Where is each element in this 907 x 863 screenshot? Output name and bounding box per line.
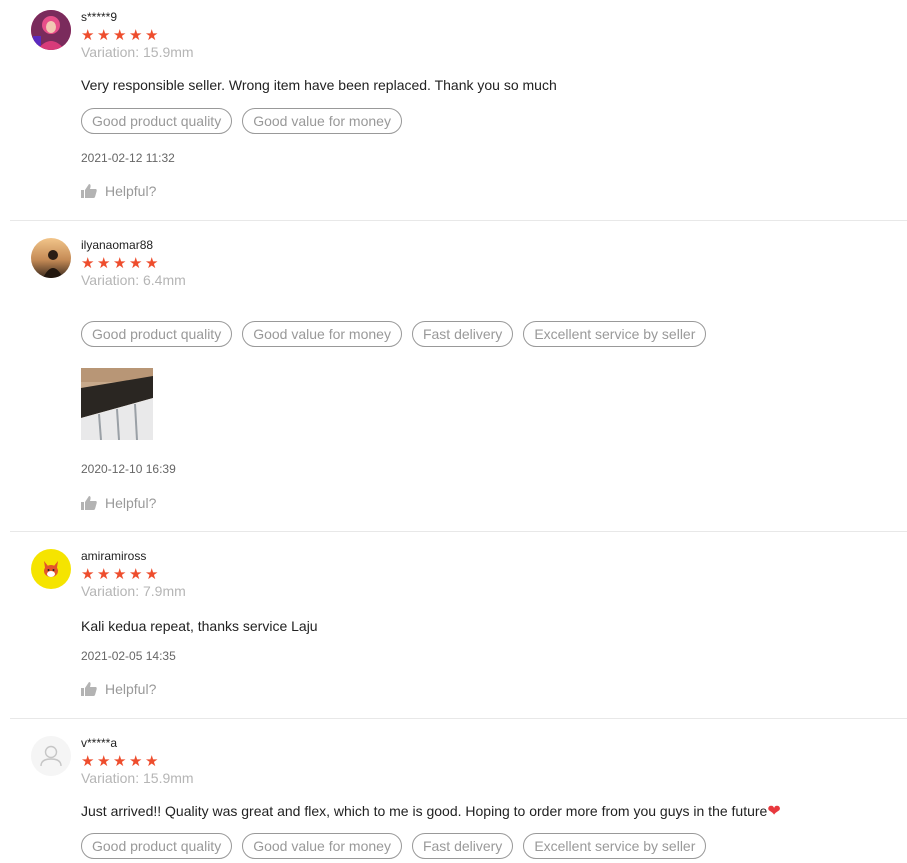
username[interactable]: s*****9 [81, 10, 907, 24]
star-icon: ★ [129, 255, 143, 272]
star-icon: ★ [113, 27, 127, 44]
username[interactable]: v*****a [81, 736, 907, 750]
username[interactable]: ilyanaomar88 [81, 238, 907, 252]
star-icon: ★ [97, 255, 111, 272]
review-tags: Good product quality Good value for mone… [81, 321, 707, 347]
default-user-icon [31, 736, 71, 776]
thumbs-up-icon [81, 184, 97, 198]
variation-label: Variation: 15.9mm [81, 44, 194, 60]
review-item: amiramiross ★ ★ ★ ★ ★ Variation: 7.9mm K… [10, 532, 907, 719]
review-tags: Good product quality Good value for mone… [81, 108, 402, 134]
review-comment: Just arrived!! Quality was great and fle… [81, 801, 781, 822]
thumbs-up-icon [81, 496, 97, 510]
star-icon: ★ [81, 255, 95, 272]
star-icon: ★ [145, 255, 159, 272]
username[interactable]: amiramiross [81, 549, 907, 563]
review-tag: Good product quality [81, 108, 233, 134]
review-tag: Fast delivery [411, 833, 514, 859]
variation-label: Variation: 15.9mm [81, 770, 194, 786]
review-tag: Good product quality [81, 321, 233, 347]
star-icon: ★ [145, 753, 159, 770]
review-comment: Very responsible seller. Wrong item have… [81, 77, 557, 93]
review-date: 2020-12-10 16:39 [81, 462, 176, 476]
star-icon: ★ [97, 27, 111, 44]
review-tag: Good value for money [242, 108, 402, 134]
variation-label: Variation: 6.4mm [81, 272, 186, 288]
heart-icon: ❤ [767, 803, 781, 820]
star-icon: ★ [97, 753, 111, 770]
review-item: ilyanaomar88 ★ ★ ★ ★ ★ Variation: 6.4mm … [10, 221, 907, 532]
star-icon: ★ [113, 566, 127, 583]
star-icon: ★ [145, 566, 159, 583]
star-icon: ★ [97, 566, 111, 583]
star-rating: ★ ★ ★ ★ ★ [81, 753, 907, 770]
avatar-image [31, 10, 71, 50]
star-rating: ★ ★ ★ ★ ★ [81, 566, 907, 583]
review-comment: Kali kedua repeat, thanks service Laju [81, 618, 318, 634]
review-tags: Good product quality Good value for mone… [81, 833, 707, 859]
review-tag: Good value for money [242, 321, 402, 347]
review-tag: Fast delivery [411, 321, 514, 347]
star-icon: ★ [113, 255, 127, 272]
avatar[interactable] [31, 736, 71, 776]
helpful-label: Helpful? [105, 183, 157, 199]
avatar-image [31, 238, 71, 278]
review-date: 2021-02-05 14:35 [81, 649, 176, 663]
star-icon: ★ [129, 753, 143, 770]
star-icon: ★ [129, 27, 143, 44]
avatar-image [31, 549, 71, 589]
review-item: v*****a ★ ★ ★ ★ ★ Variation: 15.9mm Just… [10, 719, 907, 863]
avatar[interactable] [31, 549, 71, 589]
review-tag: Excellent service by seller [523, 321, 707, 347]
helpful-button[interactable]: Helpful? [81, 183, 156, 199]
avatar[interactable] [31, 238, 71, 278]
star-icon: ★ [129, 566, 143, 583]
review-photo[interactable] [81, 368, 153, 440]
variation-label: Variation: 7.9mm [81, 583, 186, 599]
star-icon: ★ [81, 753, 95, 770]
star-icon: ★ [113, 753, 127, 770]
thumbs-up-icon [81, 682, 97, 696]
review-item: s*****9 ★ ★ ★ ★ ★ Variation: 15.9mm Very… [10, 0, 907, 221]
star-icon: ★ [81, 566, 95, 583]
helpful-button[interactable]: Helpful? [81, 681, 156, 697]
star-rating: ★ ★ ★ ★ ★ [81, 27, 907, 44]
star-rating: ★ ★ ★ ★ ★ [81, 255, 907, 272]
star-icon: ★ [145, 27, 159, 44]
helpful-button[interactable]: Helpful? [81, 495, 156, 511]
review-date: 2021-02-12 11:32 [81, 151, 175, 165]
helpful-label: Helpful? [105, 495, 157, 511]
review-tag: Excellent service by seller [523, 833, 707, 859]
star-icon: ★ [81, 27, 95, 44]
review-tag: Good value for money [242, 833, 402, 859]
review-photo-image [81, 368, 153, 440]
review-tag: Good product quality [81, 833, 233, 859]
helpful-label: Helpful? [105, 681, 157, 697]
avatar[interactable] [31, 10, 71, 50]
review-comment-text: Just arrived!! Quality was great and fle… [81, 803, 768, 819]
